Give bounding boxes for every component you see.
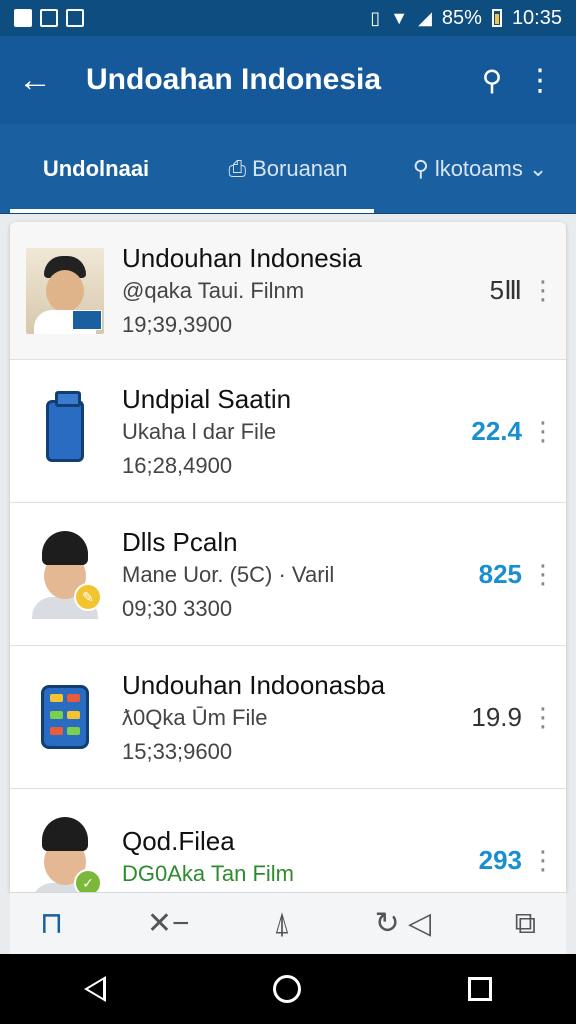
item-title: Undouhan Indoonasba [122, 669, 386, 700]
thumbnail [26, 247, 104, 334]
page-title: Undoahan Indonesia [86, 63, 382, 96]
app-bar: ← Undoahan Indonesia ⚲ ⋮ [0, 36, 576, 124]
check-badge-icon: ✓ [74, 869, 102, 892]
bottom-toolbar: ⊓ ✕− ⍋ ↻ ◁ ⧉ [10, 892, 566, 954]
tab-lkotoams[interactable]: ⚲ lkotoams ⌄ [384, 124, 576, 213]
nav-back-icon[interactable] [83, 976, 106, 1002]
person-avatar: ✓ [32, 817, 102, 892]
list-item[interactable]: Undouhan Indonesia @qaka Taui. Filnm 19;… [10, 222, 566, 360]
item-meta: 19;39,3900 [122, 312, 233, 337]
list-item[interactable]: Undouhan Indoonasba ƛ0Qka Ūm File 15;33;… [10, 646, 566, 789]
chevron-down-icon: ⌄ [528, 155, 548, 181]
more-vert-icon[interactable]: ⋮ [530, 559, 556, 590]
search-icon[interactable]: ⚲ [462, 64, 522, 97]
list-item[interactable]: ✎ Dlls Pcaln Mane Uor. (5C) · Varil 09;3… [10, 503, 566, 646]
download-list: Undouhan Indonesia @qaka Taui. Filnm 19;… [10, 222, 566, 892]
more-vert-icon[interactable]: ⋮ [530, 416, 556, 447]
download-tray-icon: ⎙ [228, 155, 247, 181]
thumbnail [26, 388, 104, 474]
notification-image-icon [14, 9, 32, 27]
item-value: 5Ⅲ [489, 275, 522, 305]
back-arrow-icon[interactable]: ← [18, 61, 68, 100]
battery-box-icon [41, 685, 89, 749]
list-item[interactable]: ✓ Qod.Filea DG0Aka Tan Film 293 ⋮ [10, 789, 566, 892]
item-subtitle: Ukaha l dar File [122, 418, 277, 444]
more-vert-icon[interactable]: ⋮ [530, 275, 556, 306]
tab-label: lkotoams [434, 155, 523, 181]
item-value: 19.9 [471, 701, 522, 732]
refresh-icon[interactable]: ↻ ◁ [375, 906, 432, 941]
notification-gallery-icon [40, 9, 58, 27]
battery-icon [491, 9, 502, 27]
tab-boruanan[interactable]: ⎙ Boruanan [192, 124, 384, 213]
trash-can-icon [46, 391, 84, 462]
thumbnail: ✎ [26, 531, 104, 619]
item-subtitle: ƛ0Qka Ūm File [122, 704, 268, 730]
item-meta: 15;33;9600 [122, 738, 233, 764]
nav-home-icon[interactable] [272, 975, 301, 1003]
person-avatar: ✎ [32, 531, 102, 619]
person-photo [26, 247, 104, 334]
system-nav-bar [0, 954, 576, 1024]
edit-badge-icon: ✎ [74, 583, 102, 611]
item-title: Qod.Filea [122, 825, 235, 856]
clock: 10:35 [511, 6, 562, 29]
signal-icon: ◢ [418, 8, 432, 28]
tab-undolnaai[interactable]: Undolnaai [0, 124, 192, 213]
notification-app-icon [66, 9, 84, 27]
thumbnail [26, 674, 104, 760]
thumbnail: ✓ [26, 817, 104, 892]
tab-label: Boruanan [252, 155, 348, 181]
tab-label: Undolnaai [42, 155, 150, 181]
wifi-icon: ▼ [390, 8, 409, 28]
more-vert-icon[interactable]: ⋮ [530, 702, 556, 733]
item-title: Undouhan Indonesia [122, 243, 362, 273]
item-title: Dlls Pcaln [122, 526, 238, 557]
search-icon: ⚲ [412, 155, 429, 181]
vibrate-icon: ▯ [370, 8, 381, 28]
item-value: 22.4 [471, 415, 522, 446]
item-subtitle: DG0Aka Tan Film [122, 860, 294, 886]
pin-icon[interactable]: ⍋ [273, 907, 291, 941]
item-subtitle: @qaka Taui. Filnm [122, 278, 305, 303]
item-value: 825 [478, 558, 522, 589]
list-item[interactable]: Undpial Saatin Ukaha l dar File 16;28,49… [10, 360, 566, 503]
share-icon[interactable]: ⧉ [515, 907, 536, 941]
item-meta: 16;28,4900 [122, 452, 233, 478]
home-icon[interactable]: ⊓ [40, 906, 63, 941]
tab-bar: Undolnaai ⎙ Boruanan ⚲ lkotoams ⌄ [0, 124, 576, 214]
battery-percent: 85% [441, 6, 482, 29]
more-vert-icon[interactable]: ⋮ [530, 845, 556, 876]
item-value: 293 [478, 844, 522, 875]
item-subtitle: Mane Uor. (5C) · Varil [122, 561, 335, 587]
tools-icon[interactable]: ✕− [147, 906, 190, 941]
item-title: Undpial Saatin [122, 383, 292, 414]
status-bar: ▯ ▼ ◢ 85% 10:35 [0, 0, 576, 36]
item-meta: 09;30 3300 [122, 595, 233, 621]
more-vert-icon[interactable]: ⋮ [522, 63, 558, 98]
nav-recents-icon[interactable] [468, 977, 493, 1001]
